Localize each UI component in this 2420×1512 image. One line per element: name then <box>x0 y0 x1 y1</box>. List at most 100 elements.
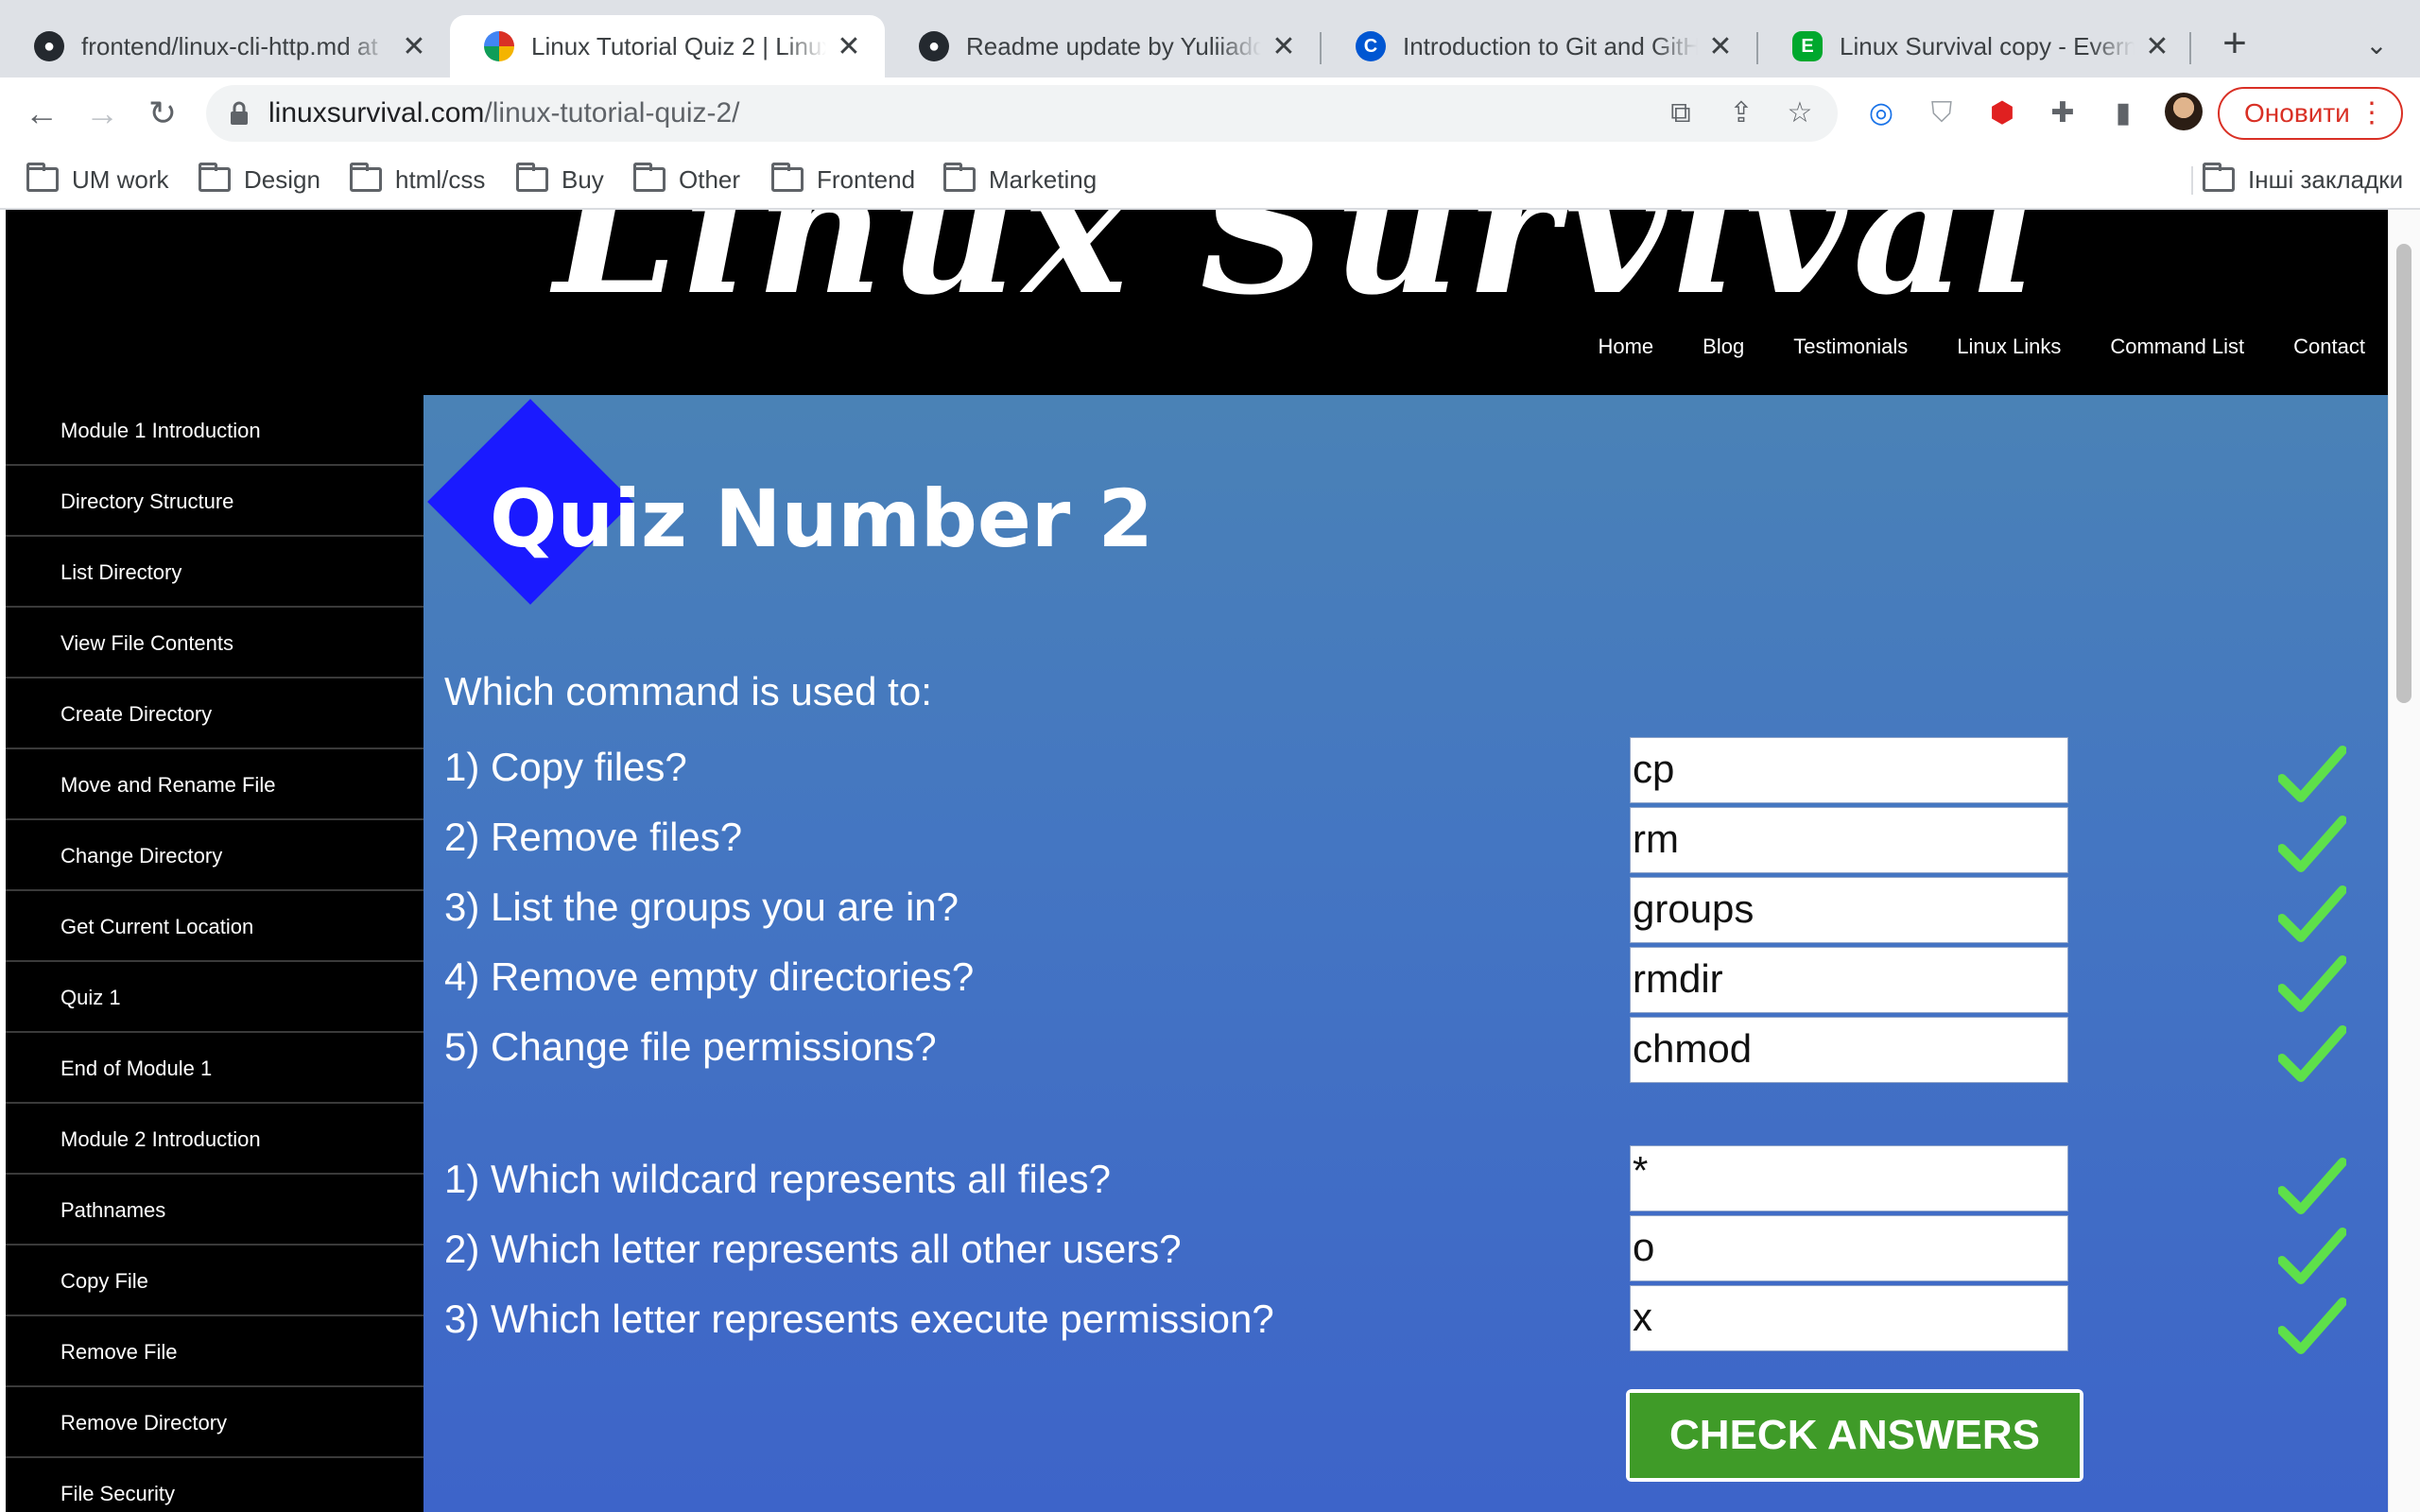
close-tab-icon[interactable]: ✕ <box>1270 30 1297 63</box>
question-label: 4) Remove empty directories? <box>444 954 975 999</box>
browser-toolbar: ← → ↻ linuxsurvival.com/linux-tutorial-q… <box>0 77 2420 149</box>
sidebar-item-pathnames[interactable]: Pathnames <box>6 1175 424 1246</box>
share-icon[interactable]: ⇪ <box>1722 94 1760 132</box>
extension-shield-icon[interactable]: ⛉ <box>1921 93 1962 134</box>
sidebar-item-end-of-module-1[interactable]: End of Module 1 <box>6 1033 424 1104</box>
correct-check-icon <box>2278 746 2346 802</box>
translate-icon[interactable]: ⧉ <box>1662 94 1700 132</box>
correct-check-icon <box>2278 816 2346 872</box>
folder-icon <box>771 163 804 192</box>
quiz-content: Quiz Number 2 Which command is used to: … <box>424 395 2388 1512</box>
answer-input[interactable]: rmdir <box>1630 947 2068 1013</box>
sidebar-item-module-1-introduction[interactable]: Module 1 Introduction <box>6 395 424 466</box>
close-tab-icon[interactable]: ✕ <box>836 30 862 63</box>
more-menu-icon[interactable]: ⋮ <box>2358 89 2386 138</box>
correct-check-icon <box>2278 1228 2346 1284</box>
sidebar-item-get-current-location[interactable]: Get Current Location <box>6 891 424 962</box>
close-tab-icon[interactable]: ✕ <box>1707 30 1734 63</box>
bookmark-folder-other[interactable]: Other <box>633 163 740 197</box>
bookmark-star-icon[interactable]: ☆ <box>1781 94 1819 132</box>
side-panel-icon[interactable]: ▮ <box>2102 93 2144 134</box>
bookmark-folder-html-css[interactable]: html/css <box>350 163 485 197</box>
answer-input[interactable]: * <box>1630 1145 2068 1211</box>
back-arrow-icon[interactable]: ← <box>19 91 64 136</box>
sidebar-item-quiz-1[interactable]: Quiz 1 <box>6 962 424 1033</box>
bookmarks-bar: UM work Design html/css Buy Other Fronte… <box>0 149 2420 210</box>
github-icon: ● <box>34 31 64 61</box>
bookmark-label: Buy <box>562 164 604 194</box>
question-prompt: Which command is used to: <box>444 669 932 713</box>
sidebar-item-directory-structure[interactable]: Directory Structure <box>6 466 424 537</box>
close-tab-icon[interactable]: ✕ <box>401 30 427 63</box>
tab-title: Linux Survival copy - Evernot <box>1840 31 2135 60</box>
bookmark-label: Frontend <box>817 164 916 194</box>
browser-tab[interactable]: C Introduction to Git and GitHu ✕ <box>1322 15 1756 77</box>
sidebar-item-create-directory[interactable]: Create Directory <box>6 679 424 749</box>
nav-contact[interactable]: Contact <box>2293 335 2365 359</box>
new-tab-plus-icon[interactable]: + <box>2212 21 2257 66</box>
browser-tab-active[interactable]: Linux Tutorial Quiz 2 | Linux S ✕ <box>450 15 885 77</box>
close-tab-icon[interactable]: ✕ <box>2144 30 2170 63</box>
question-label: 2) Remove files? <box>444 815 743 859</box>
folder-icon <box>633 163 666 192</box>
folder-icon <box>199 163 231 192</box>
browser-tab[interactable]: ● frontend/linux-cli-http.md at ✕ <box>0 15 450 77</box>
sidebar-item-remove-directory[interactable]: Remove Directory <box>6 1387 424 1458</box>
update-label: Оновити <box>2244 98 2350 128</box>
nav-blog[interactable]: Blog <box>1703 335 1744 359</box>
tab-title: Introduction to Git and GitHu <box>1403 31 1698 60</box>
bookmark-folder-marketing[interactable]: Marketing <box>943 163 1097 197</box>
nav-command-list[interactable]: Command List <box>2110 335 2244 359</box>
correct-check-icon <box>2278 1158 2346 1214</box>
extension-adblock-icon[interactable]: ⬢ <box>1981 93 2023 134</box>
bookmark-label: Other <box>679 164 741 194</box>
question-label: 3) Which letter represents execute permi… <box>444 1297 1274 1341</box>
address-bar[interactable]: linuxsurvival.com/linux-tutorial-quiz-2/… <box>206 85 1838 142</box>
extensions-puzzle-icon[interactable]: ✚ <box>2042 93 2083 134</box>
scrollbar-thumb[interactable] <box>2396 244 2411 703</box>
answer-input[interactable]: x <box>1630 1285 2068 1351</box>
question-label: 3) List the groups you are in? <box>444 885 959 929</box>
tab-title: frontend/linux-cli-http.md at <box>81 31 378 60</box>
answer-input[interactable]: cp <box>1630 737 2068 803</box>
question-label: 1) Which wildcard represents all files? <box>444 1157 1111 1201</box>
site-logo[interactable]: Linux Survival <box>554 210 2045 334</box>
correct-check-icon <box>2278 955 2346 1012</box>
sidebar-item-list-directory[interactable]: List Directory <box>6 537 424 608</box>
browser-tab[interactable]: ● Readme update by Yuliiadd · ✕ <box>885 15 1320 77</box>
page-scrollbar[interactable] <box>2388 210 2420 1512</box>
nav-home[interactable]: Home <box>1598 335 1653 359</box>
answer-input[interactable]: o <box>1630 1215 2068 1281</box>
bookmark-folder-um-work[interactable]: UM work <box>26 163 169 197</box>
bookmark-folder-design[interactable]: Design <box>199 163 320 197</box>
extension-sync-icon[interactable]: ◎ <box>1860 93 1902 134</box>
tab-search-chevron-icon[interactable]: ⌄ <box>2358 26 2395 64</box>
sidebar-item-copy-file[interactable]: Copy File <box>6 1246 424 1316</box>
nav-linux-links[interactable]: Linux Links <box>1957 335 2061 359</box>
sidebar-item-module-2-introduction[interactable]: Module 2 Introduction <box>6 1104 424 1175</box>
tab-title: Linux Tutorial Quiz 2 | Linux S <box>531 31 826 60</box>
sidebar-item-view-file-contents[interactable]: View File Contents <box>6 608 424 679</box>
browser-tab[interactable]: E Linux Survival copy - Evernot ✕ <box>1758 15 2193 77</box>
update-browser-button[interactable]: Оновити ⋮ <box>2218 87 2403 140</box>
bookmark-folder-frontend[interactable]: Frontend <box>771 163 915 197</box>
main-navigation: Home Blog Testimonials Linux Links Comma… <box>1598 335 2365 359</box>
bookmark-folder-buy[interactable]: Buy <box>516 163 604 197</box>
profile-avatar[interactable] <box>2163 93 2204 134</box>
other-bookmarks-folder[interactable]: Інші закладки <box>2203 163 2403 197</box>
tab-title: Readme update by Yuliiadd · <box>966 31 1261 60</box>
lock-icon[interactable] <box>229 100 250 127</box>
check-answers-button[interactable]: CHECK ANSWERS <box>1626 1389 2083 1482</box>
nav-testimonials[interactable]: Testimonials <box>1793 335 1908 359</box>
reload-icon[interactable]: ↻ <box>140 91 185 136</box>
answer-input[interactable]: chmod <box>1630 1017 2068 1083</box>
sidebar-item-move-and-rename-file[interactable]: Move and Rename File <box>6 749 424 820</box>
url-text[interactable]: linuxsurvival.com/linux-tutorial-quiz-2/ <box>268 96 740 130</box>
sidebar-item-remove-file[interactable]: Remove File <box>6 1316 424 1387</box>
forward-arrow-icon[interactable]: → <box>79 91 125 136</box>
sidebar-item-change-directory[interactable]: Change Directory <box>6 820 424 891</box>
answer-input[interactable]: groups <box>1630 877 2068 943</box>
sidebar-item-file-security[interactable]: File Security <box>6 1458 424 1512</box>
answer-input[interactable]: rm <box>1630 807 2068 873</box>
lesson-sidebar: Module 1 Introduction Directory Structur… <box>6 395 424 1512</box>
